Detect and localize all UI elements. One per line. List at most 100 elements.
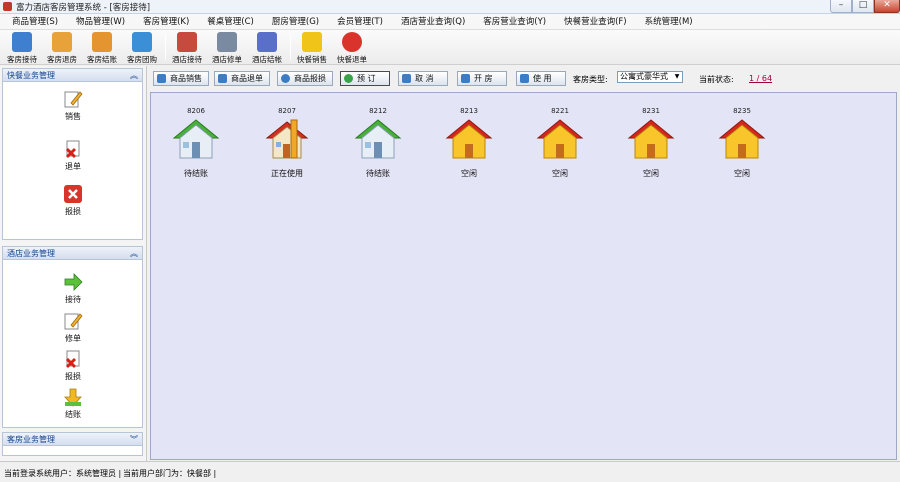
chevron-up-icon[interactable]: ︽ (130, 69, 138, 82)
toolbar-fastfood-sale-button[interactable]: 快餐销售 (294, 31, 330, 64)
loss-icon (281, 74, 290, 83)
menu-items[interactable]: 物品管理(W) (64, 14, 131, 30)
status-current-user: 当前登录系统用户：系统管理员 | (4, 469, 122, 478)
play-icon (520, 74, 529, 83)
goods-sale-button[interactable]: 商品销售 (153, 71, 209, 86)
checkout-book-icon (257, 32, 277, 52)
menu-kitchen[interactable]: 厨房管理(G) (260, 14, 325, 30)
close-button[interactable]: ✕ (874, 0, 900, 13)
sidebar-item-settle[interactable]: 结账 (48, 387, 98, 420)
menu-rooms[interactable]: 客房管理(K) (131, 14, 195, 30)
cancel-button[interactable]: 取 消 (398, 71, 448, 86)
app-icon (3, 2, 12, 11)
green-arrow-icon (64, 273, 83, 291)
chevron-down-icon[interactable]: ︾ (130, 433, 138, 446)
room-tile[interactable]: 8235 空闲 (712, 107, 772, 179)
menu-room-query[interactable]: 客房营业查询(Y) (471, 14, 552, 30)
vacant-house-icon (445, 119, 493, 159)
sale-icon (157, 74, 166, 83)
menu-bar: 商品管理(S) 物品管理(W) 客房管理(K) 餐桌管理(C) 厨房管理(G) 会员管理(… (0, 14, 900, 30)
panel-hotel: 酒店业务管理 ︽ 接待 修单 报损 结账 (2, 246, 143, 428)
checkout-icon (52, 32, 72, 52)
panel-fastfood-header[interactable]: 快餐业务管理 ︽ (3, 69, 142, 82)
vacant-house-icon (536, 119, 584, 159)
menu-goods[interactable]: 商品管理(S) (0, 14, 64, 30)
chevron-up-icon[interactable]: ︽ (130, 247, 138, 260)
toolbar-separator (290, 34, 291, 60)
reception-card-icon (177, 32, 197, 52)
room-tile[interactable]: 8212 待结账 (348, 107, 408, 179)
goods-loss-button[interactable]: 商品报损 (277, 71, 333, 86)
sidebar: 快餐业务管理 ︽ 销售 退单 报损 酒店业务管理 ︽ 接待 修单 报损 结账 客房业… (0, 66, 147, 461)
undo-arrow-icon (92, 32, 112, 52)
toolbar-separator (165, 34, 166, 60)
sidebar-item-edit[interactable]: 修单 (48, 311, 98, 344)
chevron-down-icon[interactable]: ▼ (673, 73, 681, 81)
return-icon (218, 74, 227, 83)
group-buy-icon (132, 32, 152, 52)
status-bar: 当前登录系统用户：系统管理员 | 当前用户部门为：快餐部 | (0, 461, 900, 482)
toolbar-room-reception-button[interactable]: 客房接待 (4, 31, 40, 64)
room-grid: 8206 待结账 8207 正在使用 8212 待结账 8213 空闲 8221… (150, 92, 897, 460)
main-panel: 商品销售 商品退单 商品报损 预 订 取 消 开 房 使 用 客房类型: 公寓式… (148, 66, 900, 461)
menu-system[interactable]: 系统管理(M) (633, 14, 699, 30)
room-tile[interactable]: 8231 空闲 (621, 107, 681, 179)
menu-hotel-query[interactable]: 酒店营业查询(Q) (389, 14, 471, 30)
current-status-value[interactable]: 1 / 64 (749, 74, 772, 83)
sidebar-item-return[interactable]: 退单 (48, 139, 98, 172)
menu-members[interactable]: 会员管理(T) (325, 14, 389, 30)
sidebar-item-reception[interactable]: 接待 (48, 272, 98, 305)
sidebar-item-sale[interactable]: 销售 (48, 89, 98, 122)
vacant-house-icon (718, 119, 766, 159)
key-card-icon (12, 32, 32, 52)
toolbar-fastfood-return-button[interactable]: 快餐退单 (334, 31, 370, 64)
tools-icon (217, 32, 237, 52)
room-tile[interactable]: 8221 空闲 (530, 107, 590, 179)
toolbar: 客房接待 客房退房 客房结账 客房团购 酒店接待 酒店修单 酒店结帐 快餐销售 … (0, 30, 900, 65)
room-tile[interactable]: 8213 空闲 (439, 107, 499, 179)
room-type-select[interactable]: 公寓式豪华式 ▼ (617, 71, 683, 83)
toolbar-hotel-checkout-button[interactable]: 酒店结帐 (249, 31, 285, 64)
panel-room-header[interactable]: 客房业务管理 ︾ (3, 433, 142, 446)
toolbar-hotel-edit-button[interactable]: 酒店修单 (209, 31, 245, 64)
maximize-button[interactable]: □ (852, 0, 874, 13)
room-tile[interactable]: 8206 待结账 (166, 107, 226, 179)
yellow-arrow-icon (64, 388, 82, 407)
toolbar-room-groupbuy-button[interactable]: 客房团购 (124, 31, 160, 64)
star-sale-icon (302, 32, 322, 52)
red-return-icon (342, 32, 362, 52)
open-room-button[interactable]: 开 房 (457, 71, 507, 86)
room-tile[interactable]: 8207 正在使用 (257, 107, 317, 179)
green-house-icon (172, 119, 220, 159)
minimize-button[interactable]: – (830, 0, 852, 13)
delete-doc-icon (65, 140, 80, 159)
current-status-label: 当前状态: (699, 75, 734, 84)
add-icon (344, 74, 353, 83)
status-current-dept: 当前用户部门为：快餐部 | (123, 469, 217, 478)
occupied-house-icon (265, 119, 309, 159)
sidebar-item-loss[interactable]: 报损 (48, 349, 98, 382)
vacant-house-icon (627, 119, 675, 159)
panel-fastfood: 快餐业务管理 ︽ 销售 退单 报损 (2, 68, 143, 240)
menu-fastfood-query[interactable]: 快餐营业查询(F) (552, 14, 633, 30)
reserve-button[interactable]: 预 订 (340, 71, 390, 86)
sidebar-item-loss[interactable]: 报损 (48, 184, 98, 217)
delete-doc-icon (65, 350, 80, 369)
pencil-note-icon (64, 313, 83, 330)
goods-return-button[interactable]: 商品退单 (214, 71, 270, 86)
panel-hotel-header[interactable]: 酒店业务管理 ︽ (3, 247, 142, 260)
toolbar-room-settle-button[interactable]: 客房结账 (84, 31, 120, 64)
use-button[interactable]: 使 用 (516, 71, 566, 86)
panel-room: 客房业务管理 ︾ (2, 432, 143, 456)
window-title: 富力酒店客房管理系统 - [客房接待] (16, 3, 151, 13)
pencil-note-icon (64, 91, 83, 108)
action-bar: 商品销售 商品退单 商品报损 预 订 取 消 开 房 使 用 客房类型: 公寓式… (148, 66, 900, 90)
toolbar-room-checkout-button[interactable]: 客房退房 (44, 31, 80, 64)
room-type-label: 客房类型: (573, 75, 608, 84)
red-x-icon (64, 185, 82, 203)
cancel-icon (402, 74, 411, 83)
menu-tables[interactable]: 餐桌管理(C) (195, 14, 260, 30)
toolbar-hotel-reception-button[interactable]: 酒店接待 (169, 31, 205, 64)
green-house-icon (354, 119, 402, 159)
open-room-icon (461, 74, 470, 83)
